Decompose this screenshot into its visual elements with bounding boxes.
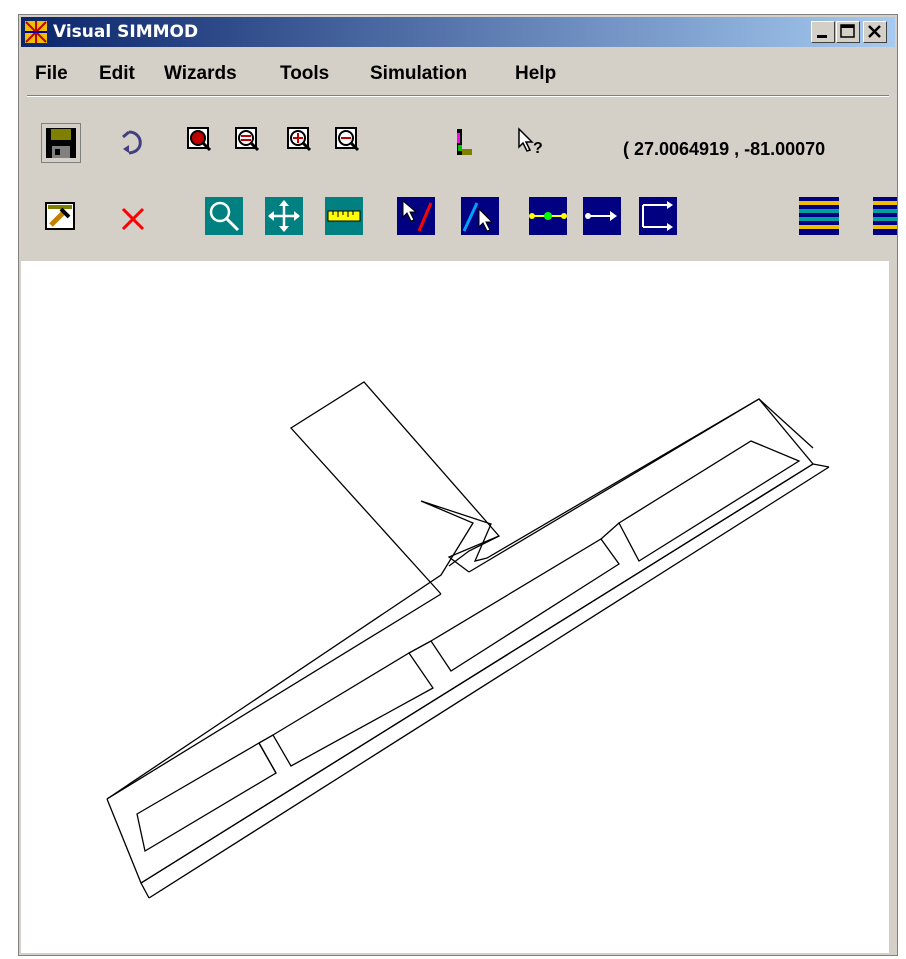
runway-edge-a [140,463,814,884]
maximize-icon [840,24,855,38]
menu-edit[interactable]: Edit [99,63,135,85]
menu-file[interactable]: File [35,63,68,85]
arrow-link-button[interactable] [583,197,621,235]
stripes-icon [873,197,897,235]
airport-layout-drawing [106,381,830,899]
help-cursor-icon: ? [518,127,543,157]
save-icon [46,128,76,158]
undo-icon [122,130,142,155]
apron-link-3 [600,522,620,540]
pan-button[interactable] [265,197,303,235]
menu-wizards[interactable]: Wizards [164,63,237,85]
layers-icon [457,129,472,155]
close-icon [868,25,881,38]
arrow-link-icon [583,197,621,235]
close-button[interactable] [863,21,887,43]
help-cursor-button[interactable]: ? [511,123,547,159]
outer-right-edge [468,398,760,573]
zoom-out-icon [235,127,260,152]
properties-button[interactable] [43,199,79,235]
zoom-reset-button[interactable] [331,123,367,159]
runway-cap-right [812,463,830,468]
zoom-in-icon [187,127,212,152]
draw-link-button[interactable] [397,197,435,235]
terminal-pier [289,381,501,595]
draw-link-icon [397,197,435,235]
apron-1-join [258,742,277,774]
ruler-button[interactable] [325,197,363,235]
app-icon [25,21,47,43]
pan-icon [265,197,303,235]
pier-link [447,535,500,573]
route-icon [639,197,677,235]
window-title: Visual SIMMOD [53,22,199,42]
menu-separator [27,95,889,97]
app-window: Visual SIMMOD File Edit Wizards Tools Si… [18,14,898,956]
delete-button[interactable] [117,201,153,237]
stripes-button-2[interactable] [873,197,897,235]
undo-button[interactable] [115,125,151,161]
apron-link-1 [258,734,274,744]
ruler-icon [325,197,363,235]
minimize-icon [817,35,827,38]
menu-bar: File Edit Wizards Tools Simulation Help [21,49,895,97]
runway-cap [140,882,150,899]
node-link-button[interactable] [529,197,567,235]
apron-2 [272,652,434,767]
magnify-icon [205,197,243,235]
zoom-out-button[interactable] [231,123,267,159]
zoom-reset-icon [335,127,360,152]
route-button[interactable] [639,197,677,235]
stripes-button[interactable] [799,197,839,235]
maximize-button[interactable] [836,21,860,43]
menu-simulation[interactable]: Simulation [370,63,467,85]
node-link-icon [529,197,567,235]
save-button[interactable] [41,123,81,163]
runway-edge-b [148,466,830,899]
svg-text:?: ? [533,140,543,157]
stripes-icon [799,197,839,235]
layers-button[interactable] [443,125,479,161]
delete-icon [121,207,145,231]
apron-link-2 [408,640,432,654]
properties-icon [45,202,75,230]
apron-1 [136,742,277,853]
zoom-fit-icon [287,127,312,152]
zoom-in-button[interactable] [183,123,219,159]
select-link-button[interactable] [461,197,499,235]
select-link-icon [461,197,499,235]
magnify-button[interactable] [205,197,243,235]
title-bar[interactable]: Visual SIMMOD [21,17,895,47]
minimize-button[interactable] [811,21,835,43]
map-canvas[interactable] [21,261,889,953]
menu-tools[interactable]: Tools [280,63,329,85]
terminal-arm [758,398,814,449]
zoom-fit-button[interactable] [283,123,319,159]
menu-help[interactable]: Help [515,63,556,85]
coordinate-readout: ( 27.0064919 , -81.00070 [623,139,826,159]
